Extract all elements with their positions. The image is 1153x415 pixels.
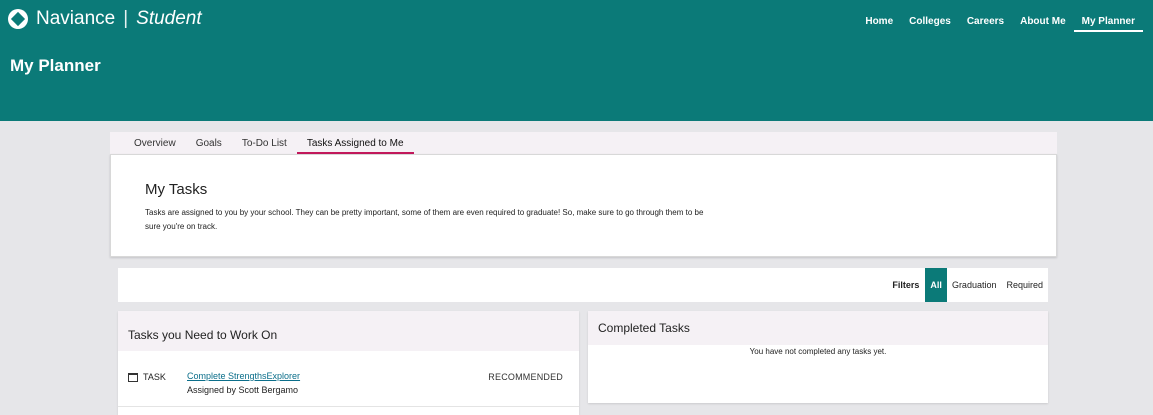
task-status-badge: RECOMMENDED [488, 372, 563, 382]
my-tasks-heading: My Tasks [145, 181, 208, 198]
task-title-link[interactable]: Complete StrengthsExplorer [187, 371, 300, 381]
completed-tasks-panel: Completed Tasks You have not completed a… [588, 311, 1048, 403]
top-nav: Home Colleges Careers About Me My Planne… [857, 16, 1143, 32]
tab-goals[interactable]: Goals [186, 132, 232, 154]
brand-name: Naviance [36, 8, 116, 29]
nav-careers[interactable]: Careers [959, 16, 1012, 32]
naviance-logo-icon [8, 9, 28, 29]
completed-tasks-heading: Completed Tasks [588, 311, 1048, 345]
my-tasks-intro: My Tasks Tasks are assigned to you by yo… [110, 154, 1057, 257]
tab-overview[interactable]: Overview [124, 132, 186, 154]
nav-my-planner[interactable]: My Planner [1073, 16, 1143, 32]
filter-all[interactable]: All [925, 268, 947, 302]
task-assigned-by: Assigned by Scott Bergamo [187, 385, 299, 395]
clipboard-icon [128, 372, 138, 382]
completed-empty-message: You have not completed any tasks yet. [749, 347, 887, 356]
tab-to-do-list[interactable]: To-Do List [232, 132, 297, 154]
filters-label: Filters [892, 280, 920, 290]
task-row[interactable]: TASK Complete StrengthsExplorer Assigned… [118, 351, 579, 407]
tasks-to-work-on-heading: Tasks you Need to Work On [118, 311, 579, 351]
brand[interactable]: Naviance | Student [8, 8, 202, 30]
filter-graduation[interactable]: Graduation [947, 268, 1002, 302]
filters-bar: Filters All Graduation Required [118, 268, 1048, 302]
tasks-to-work-on-panel: Tasks you Need to Work On TASK Complete … [118, 311, 579, 415]
brand-subtitle: Student [136, 8, 202, 29]
brand-separator: | [123, 8, 129, 29]
task-kind: TASK [128, 372, 166, 382]
nav-colleges[interactable]: Colleges [901, 16, 959, 32]
nav-home[interactable]: Home [857, 16, 901, 32]
my-tasks-description: Tasks are assigned to you by your school… [145, 208, 704, 231]
task-kind-label: TASK [143, 372, 166, 382]
tab-tasks-assigned-to-me[interactable]: Tasks Assigned to Me [296, 132, 414, 154]
page-title: My Planner [10, 56, 101, 75]
nav-about-me[interactable]: About Me [1012, 16, 1074, 32]
planner-tabs: Overview Goals To-Do List Tasks Assigned… [110, 132, 1057, 154]
app-header: Naviance | Student Home Colleges Careers… [0, 0, 1153, 121]
filter-required[interactable]: Required [1001, 268, 1048, 302]
